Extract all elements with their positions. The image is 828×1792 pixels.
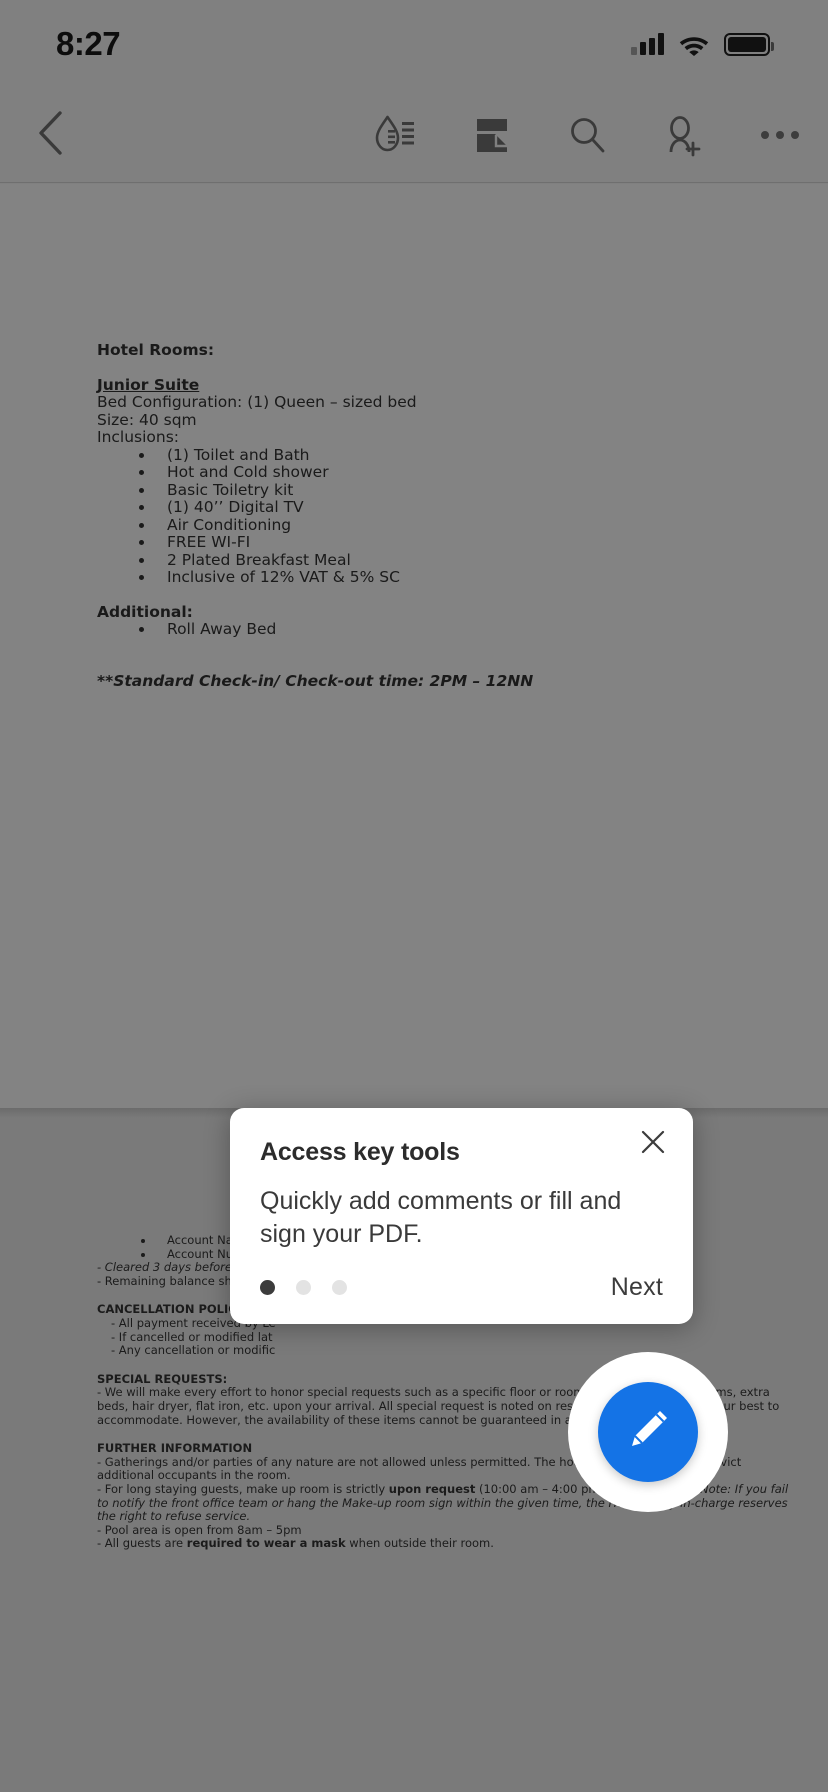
list-item: Roll Away Bed — [155, 620, 737, 639]
size-line: Size: 40 sqm — [97, 410, 197, 429]
pagination-dot-2[interactable] — [296, 1280, 311, 1295]
wifi-icon — [678, 33, 710, 56]
dialog-body-text: Quickly add comments or fill and sign yo… — [260, 1187, 622, 1248]
liquid-mode-button[interactable] — [348, 88, 444, 183]
further-line-4-a: - All guests are — [97, 1536, 187, 1551]
pdf-text-block-top: Hotel Rooms: Junior Suite Bed Configurat… — [97, 341, 737, 690]
list-item: 2 Plated Breakfast Meal — [155, 551, 737, 570]
cancellation-line: - Any cancellation or modific — [111, 1343, 276, 1358]
pdf-page-top[interactable]: Hotel Rooms: Junior Suite Bed Configurat… — [0, 184, 828, 1108]
checkin-note: **Standard Check-in/ Check-out time: 2PM… — [97, 671, 534, 690]
list-item: (1) 40’’ Digital TV — [155, 498, 737, 517]
status-time: 8:27 — [56, 25, 121, 62]
inclusions-label: Inclusions: — [97, 428, 180, 446]
overflow-menu-icon — [761, 131, 799, 139]
chevron-left-icon — [36, 110, 64, 161]
add-person-icon — [661, 112, 707, 158]
search-button[interactable] — [540, 88, 636, 183]
pagination-dot-1[interactable] — [260, 1280, 275, 1295]
pagination-dot-3[interactable] — [332, 1280, 347, 1295]
dialog-footer: Next — [260, 1273, 663, 1302]
overflow-menu-button[interactable] — [732, 88, 828, 183]
pagination-dots — [260, 1280, 347, 1295]
cellular-signal-icon — [631, 33, 664, 55]
further-line-2-a: - For long staying guests, make up room … — [97, 1481, 389, 1496]
list-item: (1) Toilet and Bath — [155, 446, 737, 465]
close-button[interactable] — [633, 1124, 673, 1164]
inclusions-list: (1) Toilet and Bath Hot and Cold shower … — [155, 446, 737, 587]
room-title: Junior Suite — [97, 375, 200, 394]
pencil-edit-icon — [622, 1404, 674, 1461]
list-item: FREE WI-FI — [155, 533, 737, 552]
list-item: Air Conditioning — [155, 516, 737, 535]
cancellation-line: - If cancelled or modified lat — [111, 1329, 273, 1344]
back-button[interactable] — [0, 110, 100, 161]
further-line-4-b: when outside their room. — [345, 1536, 494, 1551]
status-bar: 8:27 — [0, 0, 828, 88]
list-item: Hot and Cold shower — [155, 463, 737, 482]
status-indicators — [631, 32, 774, 56]
view-layout-button[interactable] — [444, 88, 540, 183]
app-toolbar — [0, 88, 828, 183]
additional-label: Additional: — [97, 602, 193, 621]
edit-fab-button[interactable] — [598, 1382, 698, 1482]
coachmark-dialog: Access key tools Quickly add comments or… — [230, 1108, 693, 1324]
next-button[interactable]: Next — [611, 1273, 663, 1302]
liquid-mode-icon — [372, 112, 420, 158]
battery-full-icon — [724, 32, 774, 56]
further-line-3: - Pool area is open from 8am – 5pm — [97, 1522, 302, 1537]
search-icon — [566, 112, 610, 158]
additional-list: Roll Away Bed — [155, 620, 737, 639]
list-item: Inclusive of 12% VAT & 5% SC — [155, 568, 737, 587]
list-item: Basic Toiletry kit — [155, 481, 737, 500]
share-add-person-button[interactable] — [636, 88, 732, 183]
close-icon — [640, 1129, 666, 1160]
further-line-2-bold: upon request — [388, 1481, 476, 1496]
further-line-4: - All guests are required to wear a mask… — [97, 1536, 797, 1551]
hotel-rooms-heading: Hotel Rooms: — [97, 341, 215, 359]
dialog-title: Access key tools — [260, 1138, 460, 1166]
view-layout-icon — [471, 112, 513, 158]
bed-configuration-line: Bed Configuration: (1) Queen – sized bed — [97, 393, 417, 411]
further-line-4-bold: required to wear a mask — [186, 1536, 346, 1551]
